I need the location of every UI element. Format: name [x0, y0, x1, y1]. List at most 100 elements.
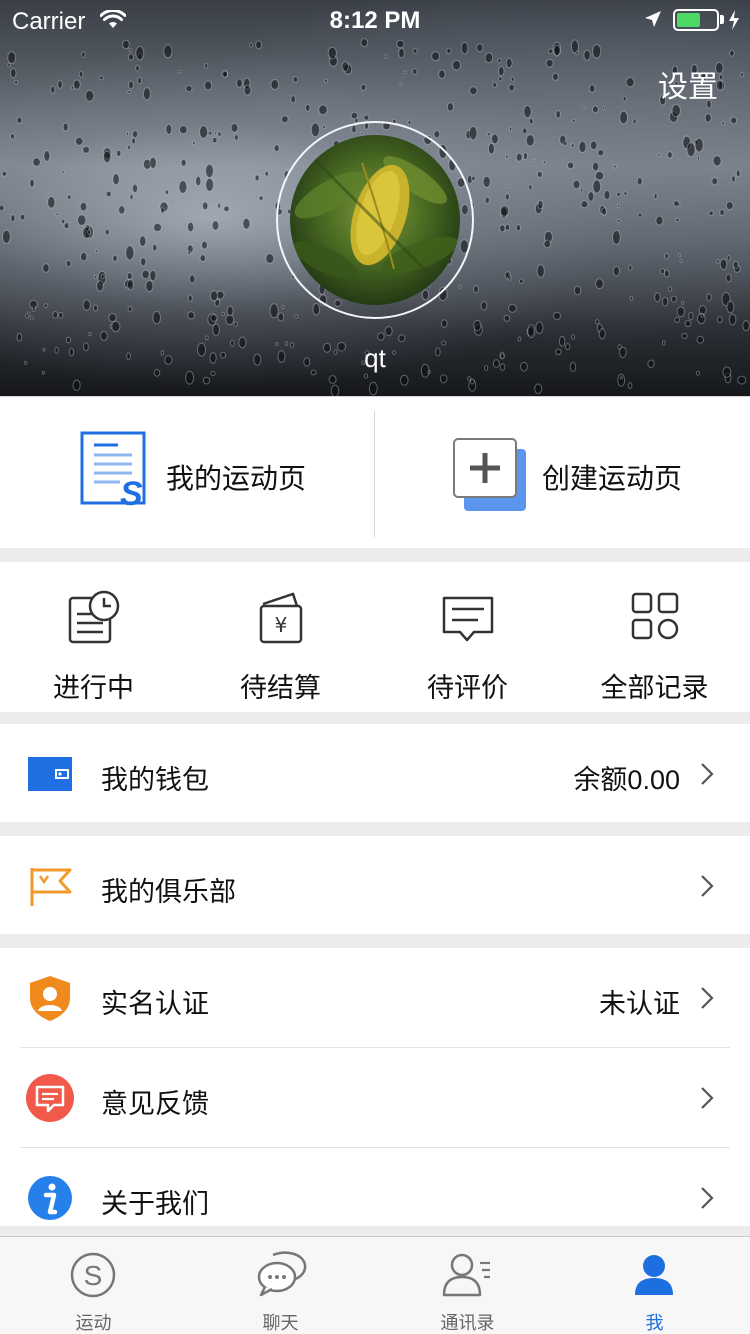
rain-drop: [518, 278, 524, 284]
wallet-row[interactable]: 我的钱包 余额0.00: [0, 724, 750, 822]
rain-drop: [328, 375, 337, 384]
rain-drop: [29, 178, 35, 188]
order-pending-settlement[interactable]: ¥ 待结算: [187, 562, 374, 712]
rain-drop: [127, 305, 133, 313]
settings-button[interactable]: 设置: [658, 62, 718, 106]
rain-drop: [412, 68, 418, 75]
rain-drop: [178, 180, 188, 194]
verify-row[interactable]: 实名认证 未认证: [0, 948, 750, 1048]
rain-drop: [55, 212, 59, 217]
rain-drop: [323, 78, 328, 84]
rain-drop: [363, 114, 370, 121]
rain-drop: [108, 313, 117, 323]
rain-drop: [187, 250, 191, 256]
rain-drop: [412, 48, 418, 55]
rain-drop: [102, 150, 112, 164]
rain-drop: [50, 85, 56, 94]
rain-drop: [668, 286, 673, 293]
rain-drop: [570, 143, 575, 148]
rain-drop: [536, 170, 543, 178]
rain-drop: [663, 269, 670, 278]
comment-icon: [442, 596, 494, 642]
rain-drop: [627, 382, 633, 390]
tab-me[interactable]: 我: [561, 1237, 748, 1334]
about-label: 关于我们: [101, 1189, 209, 1219]
rain-drop: [14, 79, 19, 85]
rain-drop: [696, 155, 701, 161]
rain-drop: [522, 127, 528, 135]
rain-drop: [128, 80, 134, 90]
my-sport-page-button[interactable]: S 我的运动页: [0, 397, 374, 549]
rain-drop: [473, 285, 480, 294]
rain-drop: [360, 83, 367, 91]
profile-header: Carrier 8:12 PM 设置 qt: [0, 0, 750, 396]
rain-drop: [104, 228, 110, 236]
rain-drop: [594, 171, 605, 181]
rain-drop: [384, 54, 388, 59]
rain-drop: [523, 152, 528, 161]
rain-drop: [179, 125, 188, 135]
rain-drop: [700, 312, 704, 318]
chevron-right-icon: [701, 987, 714, 1009]
rain-drop: [570, 39, 580, 54]
tab-sport[interactable]: S 运动: [0, 1237, 187, 1334]
rain-drop: [100, 273, 105, 280]
rain-drop: [499, 205, 510, 217]
rain-drop: [201, 240, 208, 250]
rain-drop: [737, 375, 747, 385]
rain-drop: [407, 119, 412, 126]
rain-drop: [221, 70, 228, 78]
rain-drop: [127, 53, 134, 61]
avatar[interactable]: [290, 135, 460, 305]
tab-chat[interactable]: 聊天: [187, 1237, 374, 1334]
rain-drop: [368, 381, 378, 396]
rain-drop: [152, 310, 161, 325]
club-row[interactable]: 我的俱乐部: [0, 836, 750, 934]
rain-drop: [60, 218, 66, 225]
rain-drop: [396, 39, 405, 49]
rain-drop: [221, 312, 226, 317]
charging-bolt-icon: [729, 10, 739, 30]
battery-level: [677, 13, 700, 27]
rain-drop: [88, 332, 92, 337]
tab-contacts[interactable]: 通讯录: [374, 1237, 561, 1334]
document-s-icon: S: [80, 431, 146, 509]
order-in-progress[interactable]: 进行中: [0, 562, 187, 712]
add-page-icon: [453, 438, 526, 511]
rain-drop: [341, 61, 349, 72]
rain-drop: [480, 301, 488, 311]
rain-drop: [0, 204, 5, 212]
rain-drop: [588, 84, 596, 93]
create-sport-page-button[interactable]: 创建运动页: [376, 397, 750, 549]
order-pending-review[interactable]: 待评价: [374, 562, 561, 712]
rain-drop: [681, 300, 685, 305]
rain-drop: [654, 292, 661, 303]
rain-drop: [657, 153, 661, 157]
rain-drop: [202, 201, 209, 211]
rain-drop: [79, 201, 88, 212]
rain-drop: [127, 90, 132, 95]
rain-drop: [61, 170, 65, 175]
rain-drop: [716, 258, 720, 264]
rain-drop: [52, 311, 59, 319]
rain-drop: [187, 221, 195, 233]
rain-drop: [655, 215, 664, 226]
rain-drop: [653, 193, 658, 200]
rain-drop: [515, 224, 522, 232]
rain-drop: [233, 321, 238, 328]
rain-drop: [10, 133, 15, 140]
rain-drop: [152, 243, 158, 252]
rain-drop: [187, 294, 193, 303]
order-all-records[interactable]: 全部记录: [561, 562, 748, 712]
feedback-row[interactable]: 意见反馈: [0, 1048, 750, 1148]
about-row[interactable]: 关于我们: [0, 1148, 750, 1226]
rain-drop: [498, 66, 505, 77]
rain-drop: [460, 41, 469, 55]
rain-drop: [94, 274, 98, 280]
rain-drop: [249, 42, 254, 48]
rain-drop: [498, 76, 503, 82]
rain-drop: [254, 174, 260, 182]
rain-drop: [686, 142, 696, 158]
rain-drop: [32, 157, 41, 167]
rain-drop: [164, 189, 170, 196]
